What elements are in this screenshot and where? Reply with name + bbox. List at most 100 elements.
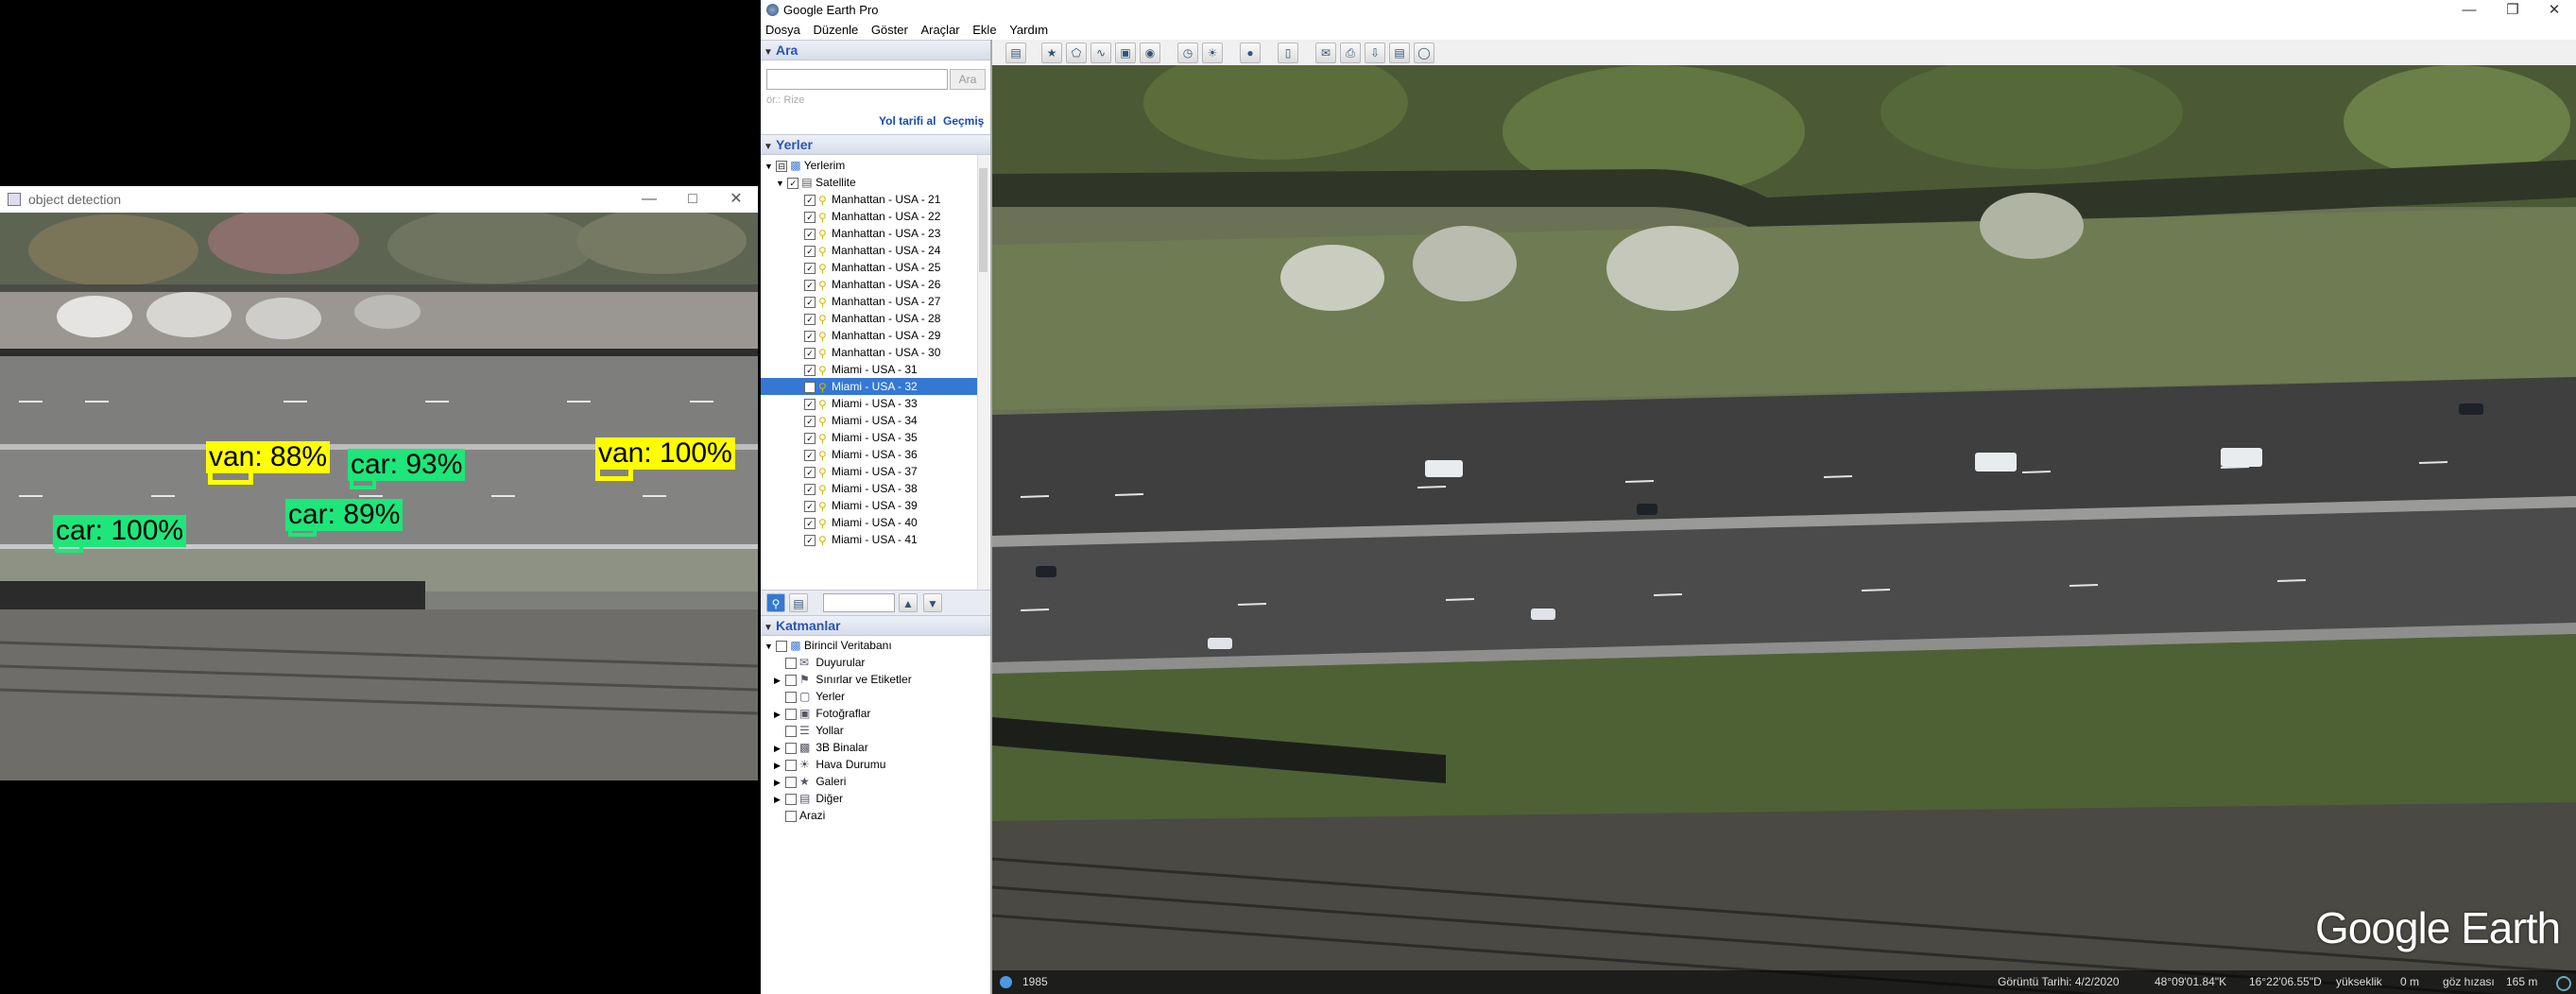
close-button[interactable]: ✕ [714, 186, 758, 213]
tree-checkbox[interactable]: ⊟ [776, 160, 788, 172]
tree-root-myplaces[interactable]: ▼ ⊟ ▩ Yerlerim [764, 157, 845, 174]
layers-section-header[interactable]: ▼ Katmanlar [761, 615, 990, 636]
tree-checkbox[interactable]: ✓ [804, 517, 816, 529]
history-link[interactable]: Geçmiş [943, 114, 984, 128]
layer-root[interactable]: ▼ ▩ Birincil Veritabanı [764, 637, 892, 654]
layer-item[interactable]: ▢ Yerler [774, 688, 845, 705]
place-item[interactable]: ✓ ⚲ Miami - USA - 41 [761, 531, 977, 548]
minimize-button[interactable]: — [627, 186, 671, 213]
earth-map-view[interactable] [992, 65, 2576, 994]
layer-item[interactable]: ▶ ▣ Fotoğraflar [774, 705, 870, 722]
tree-checkbox[interactable] [785, 674, 797, 686]
place-item[interactable]: ✓ ⚲ Manhattan - USA - 25 [761, 259, 977, 276]
tree-folder-satellite[interactable]: ▼ ✓ ▤ Satellite [776, 174, 856, 191]
layer-item[interactable]: ✉ Duyurular [774, 654, 865, 671]
search-input[interactable] [766, 69, 948, 90]
place-item[interactable]: ✓ ⚲ Manhattan - USA - 28 [761, 310, 977, 327]
layer-item[interactable]: ▶ ☀ Hava Durumu [774, 756, 885, 773]
tree-checkbox[interactable]: ✓ [804, 466, 816, 478]
add-polygon-icon[interactable]: ⬠ [1066, 43, 1087, 63]
image-overlay-icon[interactable]: ▣ [1115, 43, 1136, 63]
tree-checkbox[interactable]: ✓ [804, 330, 816, 342]
place-item[interactable]: ✓ ⚲ Miami - USA - 31 [761, 361, 977, 378]
tree-checkbox[interactable]: ✓ [804, 500, 816, 512]
ge-minimize-button[interactable]: — [2447, 0, 2491, 21]
place-item[interactable]: ✓ ⚲ Miami - USA - 33 [761, 395, 977, 412]
tree-checkbox[interactable]: ✓ [804, 245, 816, 257]
search-places-icon[interactable]: ⚲ [766, 593, 785, 612]
ruler-icon[interactable]: ▯ [1278, 43, 1298, 63]
menu-ekle[interactable]: Ekle [968, 21, 1001, 39]
layer-item[interactable]: ▶ ▩ 3B Binalar [774, 739, 868, 756]
email-icon[interactable]: ✉ [1315, 43, 1336, 63]
search-button[interactable]: Ara [950, 69, 986, 90]
tree-checkbox[interactable]: ✓ [804, 313, 816, 325]
menu-dosya[interactable]: Dosya [761, 21, 805, 39]
tree-checkbox[interactable]: ✓ [804, 347, 816, 359]
record-tour-icon[interactable]: ◉ [1140, 43, 1160, 63]
place-item[interactable]: ✓ ⚲ Miami - USA - 39 [761, 497, 977, 514]
tree-checkbox[interactable] [785, 708, 797, 720]
planets-icon[interactable]: ● [1240, 43, 1261, 63]
layer-item[interactable]: ▶ ▤ Diğer [774, 790, 843, 807]
place-item[interactable]: ✓ ⚲ Manhattan - USA - 23 [761, 225, 977, 242]
layer-item[interactable]: ☰ Yollar [774, 722, 844, 739]
place-item[interactable]: ✓ ⚲ Miami - USA - 32 [761, 378, 977, 395]
place-item[interactable]: ✓ ⚲ Manhattan - USA - 21 [761, 191, 977, 208]
place-item[interactable]: ✓ ⚲ Miami - USA - 38 [761, 480, 977, 497]
tree-checkbox[interactable] [776, 640, 788, 652]
tree-checkbox[interactable] [785, 759, 797, 771]
print-icon[interactable]: ⎙ [1340, 43, 1361, 63]
place-item[interactable]: ✓ ⚲ Miami - USA - 40 [761, 514, 977, 531]
place-item[interactable]: ✓ ⚲ Manhattan - USA - 22 [761, 208, 977, 225]
tree-checkbox[interactable]: ✓ [804, 432, 816, 444]
tree-checkbox[interactable] [785, 793, 797, 805]
tree-checkbox[interactable]: ✓ [804, 194, 816, 206]
places-filter-input[interactable] [823, 593, 895, 612]
move-down-icon[interactable]: ▼ [923, 593, 942, 612]
panel-view-icon[interactable]: ▤ [789, 593, 808, 612]
tree-checkbox[interactable]: ✓ [804, 364, 816, 376]
tree-checkbox[interactable]: ✓ [804, 415, 816, 427]
tree-checkbox[interactable]: ✓ [804, 228, 816, 240]
directions-link[interactable]: Yol tarifi al [879, 114, 936, 128]
historical-imagery-icon[interactable]: ◷ [1177, 43, 1198, 63]
history-clock-icon[interactable] [1000, 976, 1012, 988]
place-item[interactable]: ✓ ⚲ Manhattan - USA - 27 [761, 293, 977, 310]
add-path-icon[interactable]: ∿ [1091, 43, 1111, 63]
layer-item[interactable]: ▶ ⚑ Sınırlar ve Etiketler [774, 671, 912, 688]
menu-araclar[interactable]: Araçlar [916, 21, 964, 39]
tree-checkbox[interactable] [785, 725, 797, 737]
search-section-header[interactable]: ▼ Ara [761, 40, 990, 60]
tree-checkbox[interactable]: ✓ [804, 398, 816, 410]
tree-checkbox[interactable]: ✓ [804, 296, 816, 308]
menu-yardim[interactable]: Yardım [1005, 21, 1053, 39]
menu-duzenle[interactable]: Düzenle [808, 21, 863, 39]
tree-checkbox[interactable]: ✓ [804, 381, 816, 393]
maximize-button[interactable]: □ [671, 186, 714, 213]
places-scrollbar[interactable] [977, 155, 989, 590]
place-item[interactable]: ✓ ⚲ Manhattan - USA - 24 [761, 242, 977, 259]
tree-checkbox[interactable]: ✓ [804, 262, 816, 274]
view-in-maps-icon[interactable]: ▤ [1389, 43, 1410, 63]
layer-item[interactable]: ▶ ★ Galeri [774, 773, 846, 790]
tree-checkbox[interactable]: ✓ [804, 534, 816, 546]
tree-checkbox[interactable] [785, 657, 797, 669]
tree-checkbox[interactable]: ✓ [804, 483, 816, 495]
place-item[interactable]: ✓ ⚲ Miami - USA - 35 [761, 429, 977, 446]
place-item[interactable]: ✓ ⚲ Manhattan - USA - 26 [761, 276, 977, 293]
place-item[interactable]: ✓ ⚲ Miami - USA - 36 [761, 446, 977, 463]
save-image-icon[interactable]: ⇩ [1365, 43, 1385, 63]
place-item[interactable]: ✓ ⚲ Manhattan - USA - 30 [761, 344, 977, 361]
tree-checkbox[interactable] [785, 776, 797, 788]
places-section-header[interactable]: ▼ Yerler [761, 134, 990, 155]
sunlight-icon[interactable]: ☀ [1202, 43, 1223, 63]
tree-checkbox[interactable] [785, 810, 797, 822]
tree-checkbox[interactable] [785, 742, 797, 754]
menu-goster[interactable]: Göster [867, 21, 913, 39]
scrollbar-thumb[interactable] [979, 168, 987, 272]
tree-checkbox[interactable]: ✓ [804, 449, 816, 461]
add-placemark-icon[interactable]: ★ [1041, 43, 1062, 63]
sidebar-toggle-icon[interactable]: ▤ [1005, 43, 1026, 63]
tree-checkbox[interactable]: ✓ [804, 211, 816, 223]
